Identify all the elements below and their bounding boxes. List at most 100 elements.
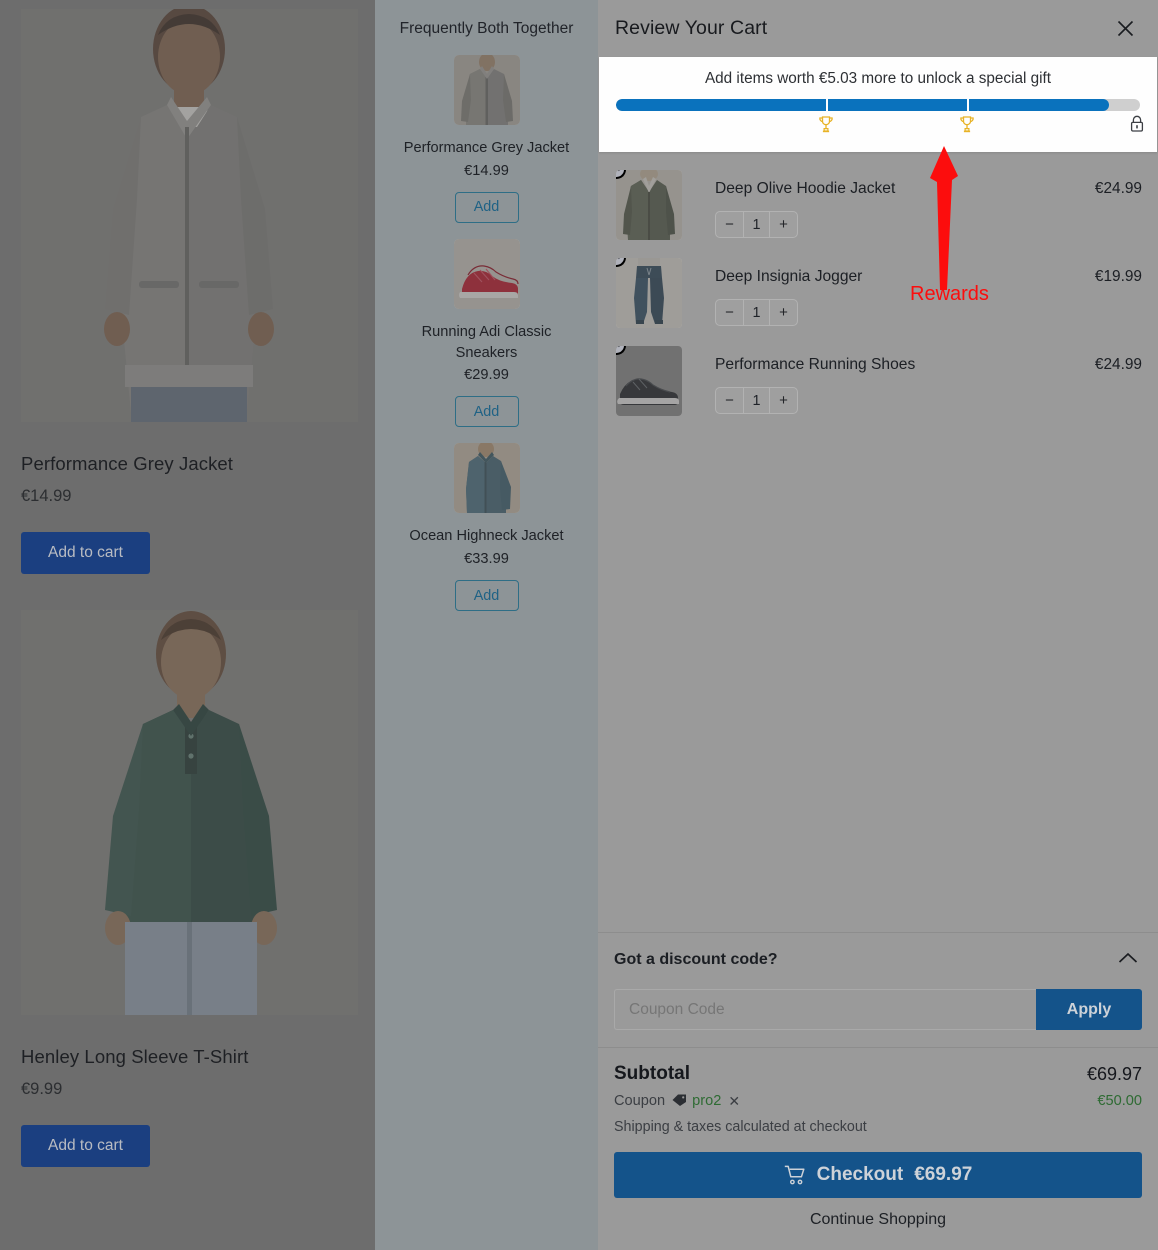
progress-notch [967,98,970,112]
recommendations-heading: Frequently Both Together [399,20,574,37]
cart-totals-section: Subtotal €69.97 Coupon pro2 ✕ €50.00 Shi… [598,1047,1158,1250]
rewards-message: Add items worth €5.03 more to unlock a s… [704,70,1052,87]
decrement-quantity-button[interactable]: − [716,300,743,325]
close-cart-button[interactable] [1108,12,1142,46]
cart-item-name: Deep Insignia Jogger [715,268,863,285]
tag-icon [672,1093,687,1112]
overlay-dim [616,170,682,240]
recommendation-name: Running Adi Classic Sneakers [421,323,552,361]
cart-item-details: Deep Insignia Jogger − 1 + [682,258,1095,326]
recommendation-price: €33.99 [464,551,509,568]
cart-title: Review Your Cart [615,17,768,39]
applied-coupon-row: Coupon pro2 ✕ €50.00 [614,1091,1142,1110]
overlay-dim [616,258,682,328]
trophy-glyph [960,116,974,133]
add-recommendation-button[interactable]: Add [454,580,519,612]
cart-item-row: ✕ Deep Olive Hoodie Jacket [614,162,1142,250]
cart-items-list: ✕ Deep Olive Hoodie Jacket [598,152,1158,932]
product-listing-column: Performance Grey Jacket €14.99 Add to ca… [0,0,375,1250]
quantity-stepper: − 1 + [715,387,798,414]
decrement-quantity-button[interactable]: − [716,212,743,237]
shopping-cart-icon [784,1165,805,1185]
decrement-quantity-button[interactable]: − [716,388,743,413]
checkout-button[interactable]: Checkout €69.97 [614,1152,1142,1198]
rewards-progress-panel: Add items worth €5.03 more to unlock a s… [599,57,1157,152]
cart-item-price: €24.99 [1094,180,1142,197]
close-icon [1117,20,1133,37]
remove-coupon-button[interactable]: ✕ [728,1094,740,1108]
recommendation-price: €29.99 [464,367,509,384]
quantity-value[interactable]: 1 [743,212,770,237]
shipping-note: Shipping & taxes calculated at checkout [614,1119,867,1135]
continue-shopping-button[interactable]: Continue Shopping [614,1211,1142,1234]
increment-quantity-button[interactable]: + [770,300,797,325]
checkout-label: Checkout [816,1164,904,1185]
lock-glyph [1130,115,1144,132]
cart-item-row: ✕ Performance Running Shoes − 1 [614,338,1142,426]
applied-coupon-label: Coupon [614,1092,666,1109]
annotation-label: Rewards [910,283,989,305]
cart-item-price: €24.99 [1094,356,1142,373]
increment-quantity-button[interactable]: + [770,388,797,413]
discount-header: Got a discount code? [614,948,1142,971]
recommendation-thumbnail[interactable] [453,55,520,126]
rewards-progress-bar[interactable] [616,98,1140,112]
subtotal-value: €69.97 [1086,1063,1142,1084]
product-title: Henley Long Sleeve T-Shirt [21,1046,249,1067]
progress-fill [616,99,1109,111]
page-root: Performance Grey Jacket €14.99 Add to ca… [0,0,1158,1250]
progress-track [616,99,1140,111]
progress-notch [825,98,828,112]
cart-header: Review Your Cart [598,0,1158,57]
cart-drawer: Review Your Cart Add items worth €5.03 m… [598,0,1158,1250]
recommendation-item: Ocean Highneck Jacket €33.99 Add [385,443,588,612]
add-recommendation-button[interactable]: Add [454,396,519,428]
overlay-dim [453,238,520,309]
overlay-dim [453,443,520,514]
product-card: Henley Long Sleeve T-Shirt €9.99 Add to … [21,610,358,1167]
subtotal-label: Subtotal [614,1063,690,1084]
trophy-icon [960,116,975,137]
product-title: Performance Grey Jacket [21,453,234,474]
overlay-dim [21,610,358,1015]
recommendation-thumbnail[interactable] [453,238,520,309]
cart-item-details: Performance Running Shoes − 1 + [682,346,1095,414]
product-price: €9.99 [21,1080,63,1098]
apply-coupon-button[interactable]: Apply [1036,989,1142,1030]
recommendation-price: €14.99 [464,162,509,179]
increment-quantity-button[interactable]: + [770,212,797,237]
recommendation-thumbnail[interactable] [453,443,520,514]
cart-item-name: Performance Running Shoes [715,356,916,373]
rewards-milestones [616,114,1144,140]
recommendation-item: Performance Grey Jacket €14.99 Add [385,55,588,223]
cart-item-thumbnail[interactable]: ✕ [616,346,682,416]
cart-item-row: ✕ Deep Insignia Jogger [614,250,1142,338]
quantity-value[interactable]: 1 [743,388,770,413]
cart-item-thumbnail[interactable]: ✕ [616,258,682,328]
cart-item-thumbnail[interactable]: ✕ [616,170,682,240]
trophy-icon [818,116,833,137]
frequently-bought-together-panel: Frequently Both Together Performance Gre… [375,0,598,1250]
recommendation-name: Performance Grey Jacket [403,140,570,157]
checkout-total: €69.97 [914,1164,973,1185]
cart-item-details: Deep Olive Hoodie Jacket − 1 + [682,170,1095,238]
overlay-dim [616,346,682,416]
quantity-value[interactable]: 1 [743,300,770,325]
coupon-entry-row: Apply [614,989,1142,1030]
quantity-stepper: − 1 + [715,211,798,238]
product-image[interactable] [21,610,358,1015]
add-recommendation-button[interactable]: Add [454,191,519,223]
product-price: €14.99 [21,487,72,505]
discount-section: Got a discount code? Apply [598,932,1158,1047]
add-to-cart-button[interactable]: Add to cart [21,532,150,574]
subtotal-row: Subtotal €69.97 [614,1063,1142,1085]
add-to-cart-button[interactable]: Add to cart [21,1125,150,1167]
collapse-discount-button[interactable] [1114,948,1142,971]
product-image[interactable] [21,9,358,422]
lock-icon [1129,115,1145,138]
recommendation-name: Ocean Highneck Jacket [409,528,564,545]
coupon-code-input[interactable] [614,989,1036,1030]
overlay-dim [21,9,358,422]
cart-item-name: Deep Olive Hoodie Jacket [715,180,896,197]
cart-item-price: €19.99 [1094,268,1142,285]
